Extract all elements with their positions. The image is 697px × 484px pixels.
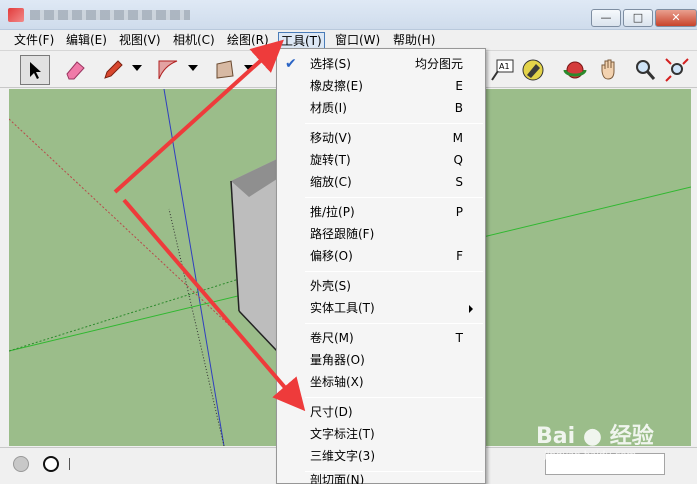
- watermark-url: jingyan.baidu.com: [544, 450, 637, 461]
- watermark-brand: Bai: [536, 424, 576, 449]
- watermark-brand2: 经验: [609, 424, 654, 449]
- paw-icon: ●: [582, 424, 603, 449]
- red-arrow-to-tools-menu: [113, 39, 284, 194]
- baidu-watermark: Bai ● 经验 jingyan.baidu.com: [530, 408, 690, 468]
- red-arrow-to-dimensions: [122, 198, 306, 412]
